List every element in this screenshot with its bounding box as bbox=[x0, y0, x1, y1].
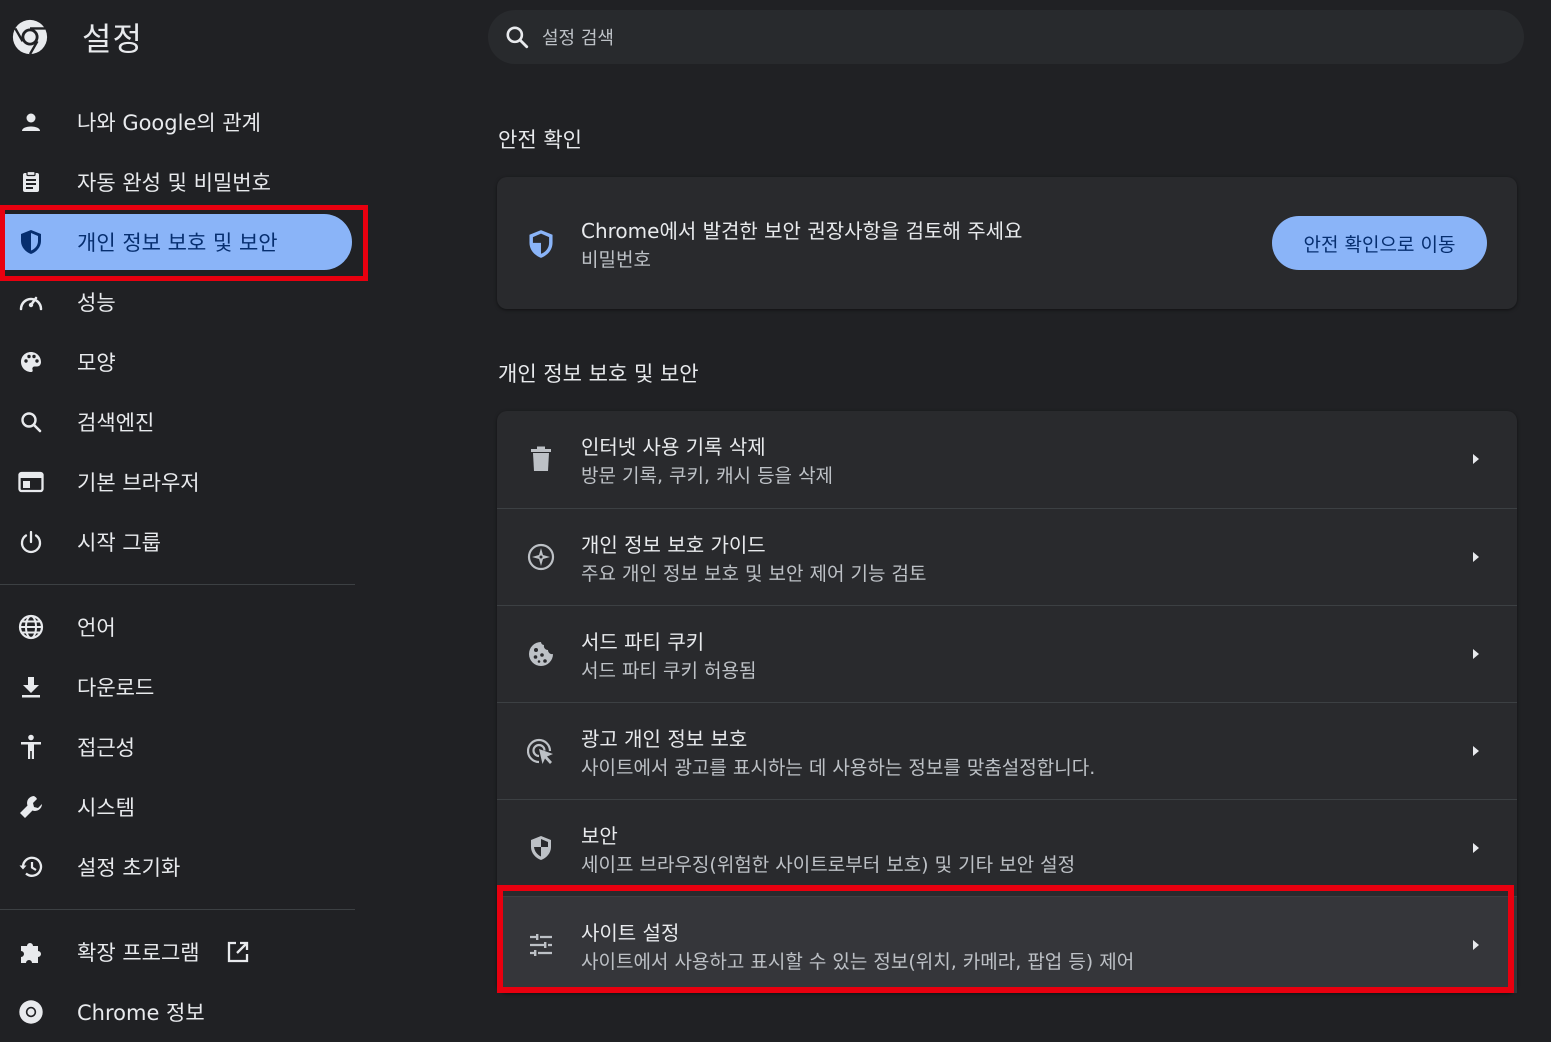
sidebar-divider bbox=[0, 584, 355, 585]
accessibility-icon bbox=[18, 734, 44, 760]
chevron-right-icon bbox=[1473, 649, 1479, 659]
sidebar-item-label: 시작 그룹 bbox=[77, 531, 161, 555]
row-subtitle: 사이트에서 광고를 표시하는 데 사용하는 정보를 맞춤설정합니다. bbox=[581, 757, 1096, 779]
row-title: 보안 bbox=[581, 824, 618, 848]
sidebar-item-about[interactable]: Chrome 정보 bbox=[0, 982, 360, 1042]
sidebar-item-reset[interactable]: 설정 초기화 bbox=[0, 837, 360, 897]
palette-icon bbox=[18, 349, 44, 375]
person-icon bbox=[18, 109, 44, 135]
clipboard-icon bbox=[18, 169, 44, 195]
chrome-icon bbox=[18, 999, 44, 1025]
sidebar-divider bbox=[0, 909, 355, 910]
row-subtitle: 세이프 브라우징(위험한 사이트로부터 보호) 및 기타 보안 설정 bbox=[581, 854, 1076, 876]
puzzle-icon bbox=[18, 939, 44, 965]
sidebar-item-label: 성능 bbox=[77, 291, 116, 315]
compass-icon bbox=[527, 543, 555, 571]
cookie-icon bbox=[527, 640, 555, 668]
sidebar-item-label: 시스템 bbox=[77, 796, 135, 820]
search-icon bbox=[506, 26, 529, 49]
chrome-logo-icon bbox=[12, 19, 48, 55]
browser-window-icon bbox=[18, 469, 44, 495]
sidebar-item-label: 검색엔진 bbox=[77, 411, 155, 435]
sidebar-item-accessibility[interactable]: 접근성 bbox=[0, 717, 360, 777]
sidebar-item-label: 나와 Google의 관계 bbox=[77, 111, 262, 135]
safety-check-heading: 안전 확인 bbox=[498, 128, 582, 152]
sidebar-item-languages[interactable]: 언어 bbox=[0, 597, 360, 657]
chevron-right-icon bbox=[1473, 746, 1479, 756]
highlight-box bbox=[0, 205, 368, 281]
sidebar-item-label: 기본 브라우저 bbox=[77, 471, 200, 495]
shield-icon bbox=[527, 834, 555, 862]
sidebar-item-system[interactable]: 시스템 bbox=[0, 777, 360, 837]
row-privacy-guide[interactable]: 개인 정보 보호 가이드 주요 개인 정보 보호 및 보안 제어 기능 검토 bbox=[497, 508, 1517, 605]
sidebar-item-on-startup[interactable]: 시작 그룹 bbox=[0, 512, 360, 572]
sidebar-item-label: 모양 bbox=[77, 351, 116, 375]
row-third-party-cookies[interactable]: 서드 파티 쿠키 서드 파티 쿠키 허용됨 bbox=[497, 605, 1517, 702]
search-icon bbox=[18, 409, 44, 435]
sidebar-item-appearance[interactable]: 모양 bbox=[0, 332, 360, 392]
row-subtitle: 서드 파티 쿠키 허용됨 bbox=[581, 660, 757, 682]
row-security[interactable]: 보안 세이프 브라우징(위험한 사이트로부터 보호) 및 기타 보안 설정 bbox=[497, 799, 1517, 896]
wrench-icon bbox=[18, 794, 44, 820]
sidebar-item-performance[interactable]: 성능 bbox=[0, 272, 360, 332]
ad-privacy-icon bbox=[527, 737, 555, 765]
sidebar-item-label: 자동 완성 및 비밀번호 bbox=[77, 171, 271, 195]
sidebar-item-label: Chrome 정보 bbox=[77, 1001, 205, 1025]
shield-icon bbox=[529, 230, 553, 258]
power-icon bbox=[18, 529, 44, 555]
safety-check-title: Chrome에서 발견한 보안 권장사항을 검토해 주세요 bbox=[581, 219, 1023, 243]
download-icon bbox=[18, 674, 44, 700]
safety-check-card: Chrome에서 발견한 보안 권장사항을 검토해 주세요 비밀번호 안전 확인… bbox=[497, 177, 1517, 309]
sidebar-item-label: 접근성 bbox=[77, 736, 135, 760]
header: 설정 bbox=[0, 0, 480, 80]
sidebar-item-default-browser[interactable]: 기본 브라우저 bbox=[0, 452, 360, 512]
history-icon bbox=[18, 854, 44, 880]
sidebar-item-search-engine[interactable]: 검색엔진 bbox=[0, 392, 360, 452]
row-title: 개인 정보 보호 가이드 bbox=[581, 533, 766, 557]
globe-icon bbox=[18, 614, 44, 640]
privacy-heading: 개인 정보 보호 및 보안 bbox=[498, 362, 699, 386]
go-to-safety-check-button[interactable]: 안전 확인으로 이동 bbox=[1272, 216, 1487, 270]
chevron-right-icon bbox=[1473, 843, 1479, 853]
sidebar-item-autofill[interactable]: 자동 완성 및 비밀번호 bbox=[0, 152, 360, 212]
highlight-box bbox=[497, 885, 1514, 993]
sidebar-item-downloads[interactable]: 다운로드 bbox=[0, 657, 360, 717]
sidebar-item-label: 확장 프로그램 bbox=[77, 941, 200, 965]
row-ad-privacy[interactable]: 광고 개인 정보 보호 사이트에서 광고를 표시하는 데 사용하는 정보를 맞춤… bbox=[497, 702, 1517, 799]
row-subtitle: 주요 개인 정보 보호 및 보안 제어 기능 검토 bbox=[581, 563, 927, 585]
open-in-new-icon bbox=[226, 940, 250, 964]
search-input[interactable] bbox=[540, 20, 1444, 56]
speedometer-icon bbox=[18, 289, 44, 315]
trash-icon bbox=[527, 445, 555, 473]
row-title: 광고 개인 정보 보호 bbox=[581, 727, 748, 751]
sidebar-item-label: 설정 초기화 bbox=[77, 856, 181, 880]
sidebar-item-you-and-google[interactable]: 나와 Google의 관계 bbox=[0, 92, 360, 152]
sidebar-item-label: 다운로드 bbox=[77, 676, 155, 700]
safety-check-subtitle: 비밀번호 bbox=[581, 249, 651, 271]
row-title: 인터넷 사용 기록 삭제 bbox=[581, 435, 766, 459]
row-clear-browsing-data[interactable]: 인터넷 사용 기록 삭제 방문 기록, 쿠키, 캐시 등을 삭제 bbox=[497, 411, 1517, 508]
sidebar-item-label: 언어 bbox=[77, 616, 116, 640]
row-subtitle: 방문 기록, 쿠키, 캐시 등을 삭제 bbox=[581, 465, 834, 487]
page-title: 설정 bbox=[82, 20, 143, 58]
search-bar[interactable] bbox=[488, 10, 1524, 64]
chevron-right-icon bbox=[1473, 454, 1479, 464]
sidebar-item-extensions[interactable]: 확장 프로그램 bbox=[0, 922, 360, 982]
chevron-right-icon bbox=[1473, 552, 1479, 562]
row-title: 서드 파티 쿠키 bbox=[581, 630, 705, 654]
